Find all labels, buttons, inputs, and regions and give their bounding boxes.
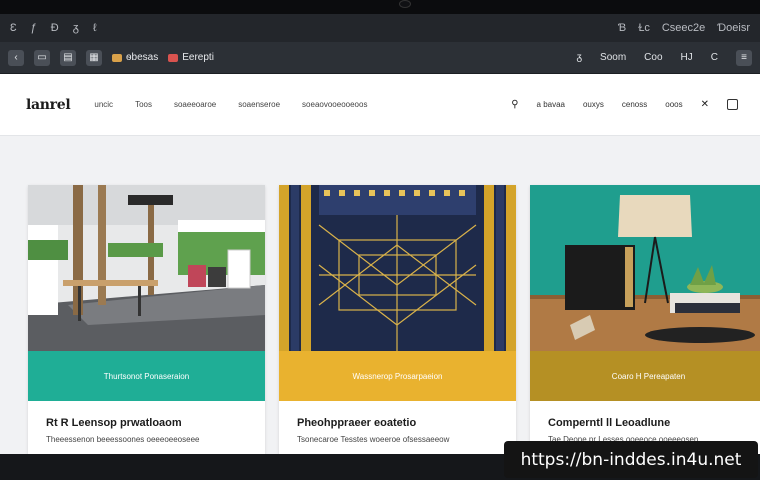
close-icon[interactable]: ✕ xyxy=(701,99,709,110)
toolbar-item-4[interactable]: HJ xyxy=(681,52,693,63)
tab-1-label: ѳbesas xyxy=(126,52,159,63)
back-icon[interactable]: ‹ xyxy=(8,49,24,66)
toolbar-item-3[interactable]: Coo xyxy=(644,52,662,63)
toolbar-item-1[interactable]: ᵹ xyxy=(576,52,582,63)
card-2-subtitle: Tsonecaroe Tesstes woeeroe ofsessaeeow xyxy=(297,435,450,444)
card-1[interactable]: Thurtsonot Ponaseraion Rt R Leensop prwa… xyxy=(28,185,265,454)
nav-item-1[interactable]: uncic xyxy=(94,100,113,109)
camera xyxy=(399,0,411,8)
window-icon[interactable]: ▭ xyxy=(34,49,50,66)
nav-item-4[interactable]: soaenseroe xyxy=(238,100,280,109)
os-menu-item-4[interactable]: ᵹ xyxy=(73,22,79,34)
header-link-3[interactable]: cenoss xyxy=(622,100,647,109)
main-nav: uncic Toos soaeeoaroe soaenseroe soeaovo… xyxy=(94,100,367,109)
desk-image xyxy=(530,185,760,351)
card-1-band-label: Thurtsonot Ponaseraion xyxy=(103,371,190,381)
card-3-title[interactable]: Comperntl ll Leoadlune xyxy=(548,417,670,429)
browser-toolbar: ‹ ▭ ▤ ▦ ѳbesas Eerepti ᵹ Soom Coo HJ C ≡ xyxy=(0,42,760,74)
site-logo[interactable]: lanrel xyxy=(26,97,71,113)
os-menu-item-3[interactable]: Ɖ xyxy=(51,22,59,34)
card-grid: Thurtsonot Ponaseraion Rt R Leensop prwa… xyxy=(28,185,760,454)
pattern-image xyxy=(279,185,516,351)
tab-overview-icon[interactable]: ▦ xyxy=(86,49,102,66)
cart-icon[interactable] xyxy=(727,99,738,110)
header-actions: ⚲ a bavaa ouxys cenoss ooos ✕ xyxy=(511,99,738,110)
reload-icon[interactable]: C xyxy=(711,52,718,63)
card-2[interactable]: Wassnerop Prosarpaeion Pheohppraeer eoat… xyxy=(279,185,516,454)
nav-item-3[interactable]: soaeeoaroe xyxy=(174,100,216,109)
header-link-2[interactable]: ouxys xyxy=(583,100,604,109)
interior-image xyxy=(28,185,265,351)
toolbar-item-2[interactable]: Soom xyxy=(600,52,626,63)
tab-favicon-icon xyxy=(168,53,179,62)
card-2-band-label: Wassnerop Prosarpaeion xyxy=(352,371,443,381)
os-menu-item-1[interactable]: Ɛ xyxy=(10,22,17,34)
status-item-3[interactable]: Cseec2e xyxy=(662,22,705,34)
screen: Ɛ ƒ Ɖ ᵹ ℓ Ɓ Ɫc Cseec2e Ɗoeisr ‹ ▭ ▤ ▦ ѳb… xyxy=(0,14,760,454)
tab-favicon-icon xyxy=(112,53,122,62)
tab-1[interactable]: ѳbesas xyxy=(112,52,158,63)
status-item-2[interactable]: Ɫc xyxy=(638,22,650,34)
card-2-title[interactable]: Pheohppraeer eoatetio xyxy=(297,417,416,429)
card-3[interactable]: Coaro H Pereapaten Comperntl ll Leoadlun… xyxy=(530,185,760,454)
status-item-4[interactable]: Ɗoeisr xyxy=(717,22,750,34)
tab-2-label: Eerepti xyxy=(182,52,214,63)
card-1-subtitle: Theeessenon beeessoones oeeeoeeoseee xyxy=(46,435,200,444)
search-icon[interactable]: ⚲ xyxy=(511,99,518,110)
header-link-4[interactable]: ooos xyxy=(665,100,682,109)
site-header: lanrel uncic Toos soaeeoaroe soaenseroe … xyxy=(0,74,760,136)
nav-item-5[interactable]: soeaovooeooeoos xyxy=(302,100,367,109)
tab-2[interactable]: Eerepti xyxy=(168,52,214,63)
card-2-band: Wassnerop Prosarpaeion xyxy=(279,351,516,401)
bezel-top xyxy=(0,0,760,14)
sidebar-icon[interactable]: ▤ xyxy=(60,49,76,66)
card-3-band: Coaro H Pereapaten xyxy=(530,351,760,401)
card-1-band: Thurtsonot Ponaseraion xyxy=(28,351,265,401)
os-menubar: Ɛ ƒ Ɖ ᵹ ℓ Ɓ Ɫc Cseec2e Ɗoeisr xyxy=(0,14,760,42)
header-link-1[interactable]: a bavaa xyxy=(537,100,565,109)
menu-icon[interactable]: ≡ xyxy=(736,49,752,66)
os-menu-item-2[interactable]: ƒ xyxy=(31,22,37,34)
os-menu-item-5[interactable]: ℓ xyxy=(93,22,97,34)
card-1-title[interactable]: Rt R Leensop prwatloaom xyxy=(46,417,182,429)
watermark-url: https://bn-inddes.in4u.net xyxy=(504,441,758,478)
card-3-band-label: Coaro H Pereapaten xyxy=(611,371,686,381)
nav-item-2[interactable]: Toos xyxy=(135,100,152,109)
status-item-1[interactable]: Ɓ xyxy=(618,22,626,34)
